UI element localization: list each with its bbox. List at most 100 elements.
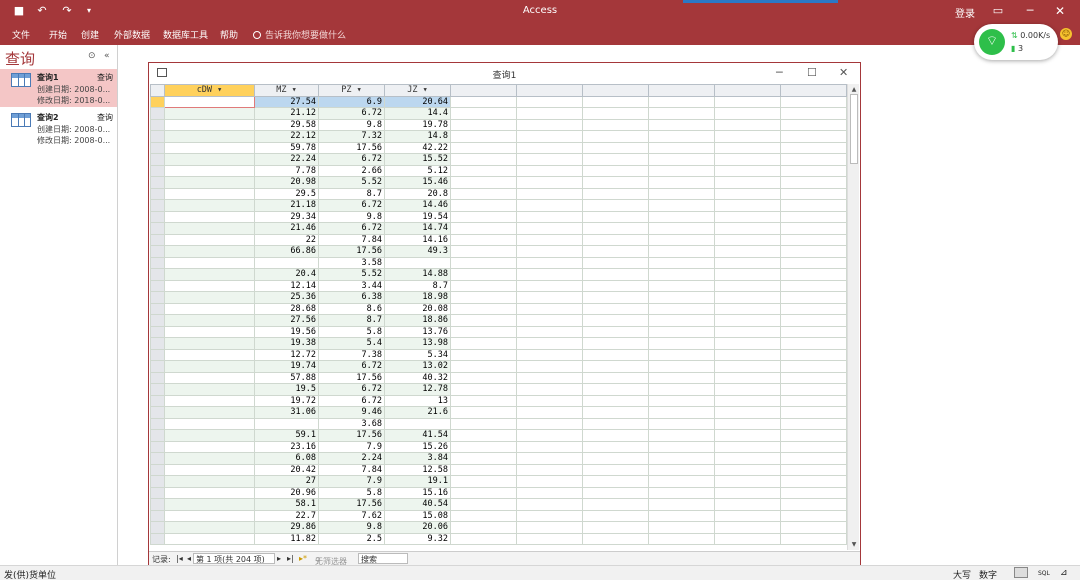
row-selector[interactable]	[150, 348, 165, 361]
cell-cdw[interactable]	[164, 222, 255, 235]
cell-jz[interactable]: 18.86	[384, 314, 451, 327]
cell-cdw[interactable]	[164, 176, 255, 189]
row-selector[interactable]	[150, 314, 165, 327]
cell-cdw[interactable]	[164, 440, 255, 453]
row-selector[interactable]	[150, 268, 165, 281]
table-row[interactable]: 59.1 17.56 41.54	[150, 429, 847, 442]
cell-mz[interactable]: 29.58	[254, 118, 319, 131]
row-selector[interactable]	[150, 325, 165, 338]
row-selector[interactable]	[150, 95, 165, 108]
cell-mz[interactable]: 59.78	[254, 141, 319, 154]
table-row[interactable]: 19.5 6.72 12.78	[150, 383, 847, 396]
cell-jz[interactable]: 20.08	[384, 302, 451, 315]
cell-jz[interactable]: 20.8	[384, 187, 451, 200]
cell-mz[interactable]: 21.12	[254, 107, 319, 120]
nav-item-query2[interactable]: 查询2 查询 创建日期: 2008-0... 修改日期: 2008-0...	[0, 109, 117, 147]
cell-jz[interactable]: 19.1	[384, 475, 451, 488]
cell-jz[interactable]: 40.54	[384, 498, 451, 511]
nav-search-icon[interactable]: ⊙	[88, 51, 96, 61]
row-selector[interactable]	[150, 371, 165, 384]
cell-cdw[interactable]	[164, 452, 255, 465]
cell-mz[interactable]: 27	[254, 475, 319, 488]
cell-mz[interactable]: 20.4	[254, 268, 319, 281]
cell-mz[interactable]: 31.06	[254, 406, 319, 419]
table-row[interactable]: 57.88 17.56 40.32	[150, 371, 847, 384]
row-selector[interactable]	[150, 394, 165, 407]
window-maximize-icon[interactable]: ☐	[807, 66, 817, 79]
row-selector[interactable]	[150, 118, 165, 131]
cell-jz[interactable]: 42.22	[384, 141, 451, 154]
table-row[interactable]: 25.36 6.38 18.98	[150, 291, 847, 304]
login-button[interactable]: 登录	[955, 5, 975, 20]
tab-create[interactable]: 创建	[81, 28, 99, 41]
cell-pz[interactable]: 5.8	[318, 486, 385, 499]
table-row[interactable]: 7.78 2.66 5.12	[150, 164, 847, 177]
cell-jz[interactable]: 15.26	[384, 440, 451, 453]
table-row[interactable]: 29.86 9.8 20.06	[150, 521, 847, 534]
cell-pz[interactable]: 7.32	[318, 130, 385, 143]
cell-cdw[interactable]	[164, 107, 255, 120]
cell-cdw[interactable]	[164, 348, 255, 361]
cell-pz[interactable]: 5.52	[318, 176, 385, 189]
tab-database-tools[interactable]: 数据库工具	[163, 28, 208, 41]
cell-jz[interactable]: 8.7	[384, 279, 451, 292]
row-selector[interactable]	[150, 153, 165, 166]
scroll-down-icon[interactable]: ▼	[848, 541, 860, 548]
cell-mz[interactable]: 12.72	[254, 348, 319, 361]
cell-pz[interactable]: 5.52	[318, 268, 385, 281]
close-icon[interactable]: ✕	[1050, 3, 1070, 19]
cell-cdw[interactable]	[164, 95, 255, 108]
cell-pz[interactable]: 6.38	[318, 291, 385, 304]
cell-cdw[interactable]	[164, 233, 255, 246]
cell-pz[interactable]: 6.72	[318, 199, 385, 212]
row-selector[interactable]	[150, 291, 165, 304]
last-record-icon[interactable]: ▸|	[287, 554, 294, 563]
cell-mz[interactable]: 21.46	[254, 222, 319, 235]
cell-mz[interactable]: 27.56	[254, 314, 319, 327]
record-search-input[interactable]: 搜索	[358, 553, 408, 564]
new-record-icon[interactable]: ▸*	[299, 554, 307, 563]
table-row[interactable]: 20.42 7.84 12.58	[150, 463, 847, 476]
cell-cdw[interactable]	[164, 383, 255, 396]
prev-record-icon[interactable]: ◂	[187, 554, 191, 563]
cell-jz[interactable]: 3.84	[384, 452, 451, 465]
cell-jz[interactable]: 19.54	[384, 210, 451, 223]
table-row[interactable]: 27.56 8.7 18.86	[150, 314, 847, 327]
row-selector[interactable]	[150, 187, 165, 200]
row-selector[interactable]	[150, 176, 165, 189]
table-row[interactable]: 59.78 17.56 42.22	[150, 141, 847, 154]
cell-jz[interactable]: 20.06	[384, 521, 451, 534]
cell-pz[interactable]: 2.5	[318, 532, 385, 545]
table-row[interactable]: 58.1 17.56 40.54	[150, 498, 847, 511]
cell-jz[interactable]: 20.64	[384, 95, 451, 108]
cell-pz[interactable]: 17.56	[318, 371, 385, 384]
cell-mz[interactable]: 19.56	[254, 325, 319, 338]
cell-jz[interactable]	[384, 256, 451, 269]
cell-cdw[interactable]	[164, 164, 255, 177]
table-row[interactable]: 21.12 6.72 14.4	[150, 107, 847, 120]
cell-mz[interactable]	[254, 417, 319, 430]
cell-jz[interactable]: 14.88	[384, 268, 451, 281]
cell-jz[interactable]: 12.58	[384, 463, 451, 476]
cell-mz[interactable]: 58.1	[254, 498, 319, 511]
cell-pz[interactable]: 6.72	[318, 222, 385, 235]
cell-jz[interactable]: 14.8	[384, 130, 451, 143]
cell-mz[interactable]: 59.1	[254, 429, 319, 442]
cell-mz[interactable]	[254, 256, 319, 269]
cell-cdw[interactable]	[164, 475, 255, 488]
cell-cdw[interactable]	[164, 130, 255, 143]
cell-mz[interactable]: 22	[254, 233, 319, 246]
cell-jz[interactable]: 15.46	[384, 176, 451, 189]
cell-cdw[interactable]	[164, 360, 255, 373]
vertical-scrollbar[interactable]: ▲ ▼	[847, 84, 859, 550]
row-selector[interactable]	[150, 256, 165, 269]
cell-pz[interactable]: 8.6	[318, 302, 385, 315]
cell-jz[interactable]: 15.08	[384, 509, 451, 522]
cell-pz[interactable]: 2.66	[318, 164, 385, 177]
cell-pz[interactable]: 7.84	[318, 463, 385, 476]
cell-mz[interactable]: 28.68	[254, 302, 319, 315]
table-row[interactable]: 23.16 7.9 15.26	[150, 440, 847, 453]
column-header-cdw[interactable]: cDW ▾	[164, 84, 255, 97]
cell-jz[interactable]: 18.98	[384, 291, 451, 304]
cell-jz[interactable]: 13.02	[384, 360, 451, 373]
